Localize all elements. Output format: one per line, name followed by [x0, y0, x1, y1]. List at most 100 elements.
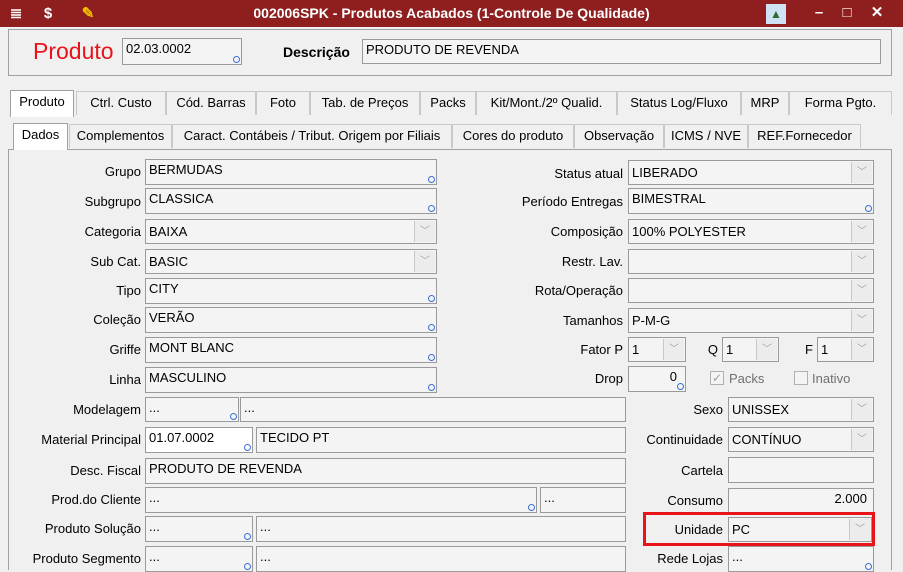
chevron-down-icon[interactable]: ﹀	[851, 251, 872, 272]
q-value: 1	[726, 342, 734, 357]
griffe-label: Griffe	[109, 342, 141, 357]
chevron-down-icon[interactable]: ﹀	[849, 519, 870, 540]
categoria-select[interactable]: BAIXA ﹀	[145, 219, 437, 244]
fatorp-select[interactable]: 1 ﹀	[628, 337, 686, 362]
chevron-down-icon[interactable]: ﹀	[756, 339, 777, 360]
tamanhos-select[interactable]: P-M-G ﹀	[628, 308, 874, 333]
packs-label: Packs	[729, 371, 765, 386]
subtab-caract-contabeis[interactable]: Caract. Contábeis / Tribut. Origem por F…	[172, 124, 452, 148]
chevron-down-icon[interactable]: ﹀	[851, 162, 872, 183]
fatorp-label: Fator P	[580, 342, 623, 357]
subcat-label: Sub Cat.	[90, 254, 141, 269]
image-icon[interactable]: ▲	[766, 4, 786, 24]
tab-cod-barras[interactable]: Cód. Barras	[166, 91, 256, 115]
cartela-field[interactable]	[728, 457, 874, 483]
material-label: Material Principal	[41, 432, 141, 447]
title-bar: ≣ $ ✎ 002006SPK - Produtos Acabados (1-C…	[0, 0, 903, 27]
prodsegmento-desc-field[interactable]: ...	[256, 546, 626, 572]
subtab-icms[interactable]: ICMS / NVE	[664, 124, 748, 148]
griffe-field[interactable]: MONT BLANC	[145, 337, 437, 363]
prodcliente-label: Prod.do Cliente	[51, 492, 141, 507]
continuidade-value: CONTÍNUO	[732, 432, 802, 447]
restr-label: Restr. Lav.	[561, 254, 623, 269]
composicao-select[interactable]: 100% POLYESTER ﹀	[628, 219, 874, 244]
descfiscal-field[interactable]: PRODUTO DE REVENDA	[145, 458, 626, 484]
redelojas-label: Rede Lojas	[657, 551, 723, 566]
produto-code-field[interactable]: 02.03.0002	[122, 38, 242, 65]
chevron-down-icon[interactable]: ﹀	[663, 339, 684, 360]
tab-mrp[interactable]: MRP	[741, 91, 789, 115]
inativo-checkbox[interactable]	[794, 371, 808, 385]
material-desc-field[interactable]: TECIDO PT	[256, 427, 626, 453]
packs-checkbox[interactable]: ✓	[710, 371, 724, 385]
colecao-field[interactable]: VERÃO	[145, 307, 437, 333]
redelojas-field[interactable]: ...	[728, 546, 874, 572]
subtab-observacao[interactable]: Observação	[574, 124, 664, 148]
grupo-field[interactable]: BERMUDAS	[145, 159, 437, 185]
categoria-label: Categoria	[84, 224, 141, 239]
fatorp-value: 1	[632, 342, 640, 357]
minimize-icon[interactable]: –	[806, 3, 832, 23]
modelagem-desc-field[interactable]: ...	[240, 397, 626, 422]
tamanhos-value: P-M-G	[632, 313, 671, 328]
modelagem-code-field[interactable]: ...	[145, 397, 239, 422]
tab-forma-pgto[interactable]: Forma Pgto.	[789, 91, 892, 115]
subtab-ref-fornecedor[interactable]: REF.Fornecedor	[748, 124, 861, 148]
periodo-label: Período Entregas	[521, 194, 623, 209]
tab-packs[interactable]: Packs	[420, 91, 476, 115]
f-label: F	[805, 342, 813, 357]
tab-produto[interactable]: Produto	[10, 90, 74, 117]
cartela-label: Cartela	[681, 463, 723, 478]
prodcliente-code-field[interactable]: ...	[145, 487, 537, 513]
maximize-icon[interactable]: □	[834, 3, 860, 23]
grupo-label: Grupo	[104, 164, 141, 179]
tamanhos-label: Tamanhos	[563, 313, 623, 328]
composicao-value: 100% POLYESTER	[632, 224, 746, 239]
consumo-label: Consumo	[667, 493, 723, 508]
tab-status-log[interactable]: Status Log/Fluxo	[617, 91, 741, 115]
chevron-down-icon[interactable]: ﹀	[414, 221, 435, 242]
tab-kit[interactable]: Kit/Mont./2º Qualid.	[476, 91, 617, 115]
drop-label: Drop	[594, 371, 623, 386]
continuidade-select[interactable]: CONTÍNUO ﹀	[728, 427, 874, 452]
subgrupo-label: Subgrupo	[84, 194, 141, 209]
rota-select[interactable]: ﹀	[628, 278, 874, 303]
q-select[interactable]: 1 ﹀	[722, 337, 779, 362]
unidade-label: Unidade	[674, 522, 723, 537]
tipo-field[interactable]: CITY	[145, 278, 437, 304]
modelagem-label: Modelagem	[73, 402, 141, 417]
chevron-down-icon[interactable]: ﹀	[851, 429, 872, 450]
sexo-select[interactable]: UNISSEX ﹀	[728, 397, 874, 422]
chevron-down-icon[interactable]: ﹀	[851, 221, 872, 242]
prodcliente-desc-field[interactable]: ...	[540, 487, 626, 513]
descricao-field[interactable]: PRODUTO DE REVENDA	[362, 39, 881, 64]
chevron-down-icon[interactable]: ﹀	[851, 280, 872, 301]
prodsegmento-code-field[interactable]: ...	[145, 546, 253, 572]
f-select[interactable]: 1 ﹀	[817, 337, 874, 362]
drop-field[interactable]: 0	[628, 366, 686, 392]
prodsolucao-desc-field[interactable]: ...	[256, 516, 626, 542]
material-code-field[interactable]: 01.07.0002	[145, 427, 253, 453]
tab-foto[interactable]: Foto	[256, 91, 310, 115]
subtab-complementos[interactable]: Complementos	[69, 124, 172, 148]
chevron-down-icon[interactable]: ﹀	[851, 310, 872, 331]
tab-ctrl-custo[interactable]: Ctrl. Custo	[76, 91, 166, 115]
prodsolucao-code-field[interactable]: ...	[145, 516, 253, 542]
restr-select[interactable]: ﹀	[628, 249, 874, 274]
f-value: 1	[821, 342, 829, 357]
chevron-down-icon[interactable]: ﹀	[851, 399, 872, 420]
close-icon[interactable]: ✕	[864, 3, 890, 23]
linha-field[interactable]: MASCULINO	[145, 367, 437, 393]
subgrupo-field[interactable]: CLASSICA	[145, 188, 437, 214]
subcat-select[interactable]: BASIC ﹀	[145, 249, 437, 274]
status-select[interactable]: LIBERADO ﹀	[628, 160, 874, 185]
subtab-dados[interactable]: Dados	[13, 123, 68, 150]
tab-precos[interactable]: Tab. de Preços	[310, 91, 420, 115]
chevron-down-icon[interactable]: ﹀	[851, 339, 872, 360]
consumo-field[interactable]: 2.000	[728, 488, 874, 514]
subcat-value: BASIC	[149, 254, 189, 269]
unidade-select[interactable]: PC ﹀	[728, 517, 872, 542]
periodo-field[interactable]: BIMESTRAL	[628, 188, 874, 214]
chevron-down-icon[interactable]: ﹀	[414, 251, 435, 272]
subtab-cores[interactable]: Cores do produto	[452, 124, 574, 148]
